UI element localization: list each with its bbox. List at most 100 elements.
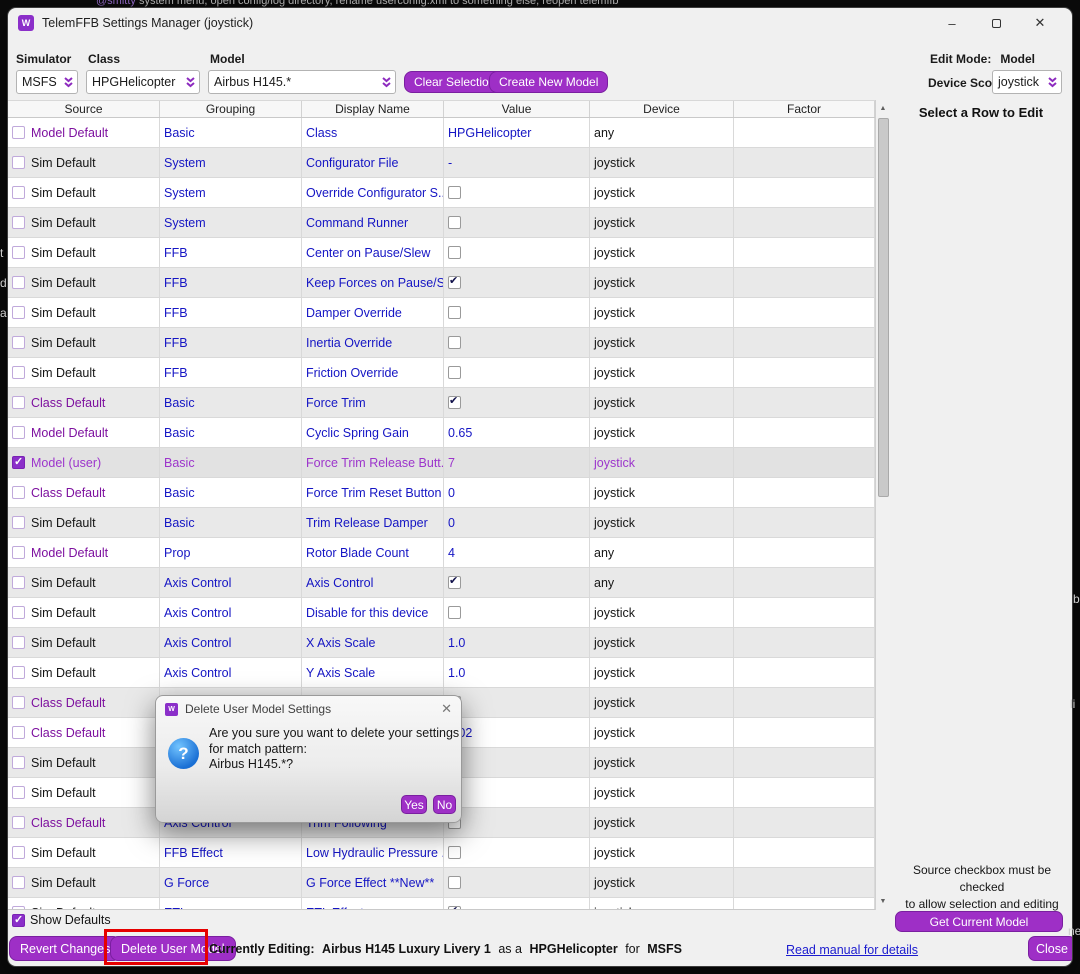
table-cell (734, 808, 875, 837)
table-row[interactable]: Sim Default FFB Inertia Override joystick (8, 328, 875, 358)
model-select[interactable]: Airbus H145.* (208, 70, 396, 94)
value-checkbox[interactable] (448, 574, 461, 589)
maximize-button[interactable] (974, 9, 1018, 37)
table-cell: Sim Default (8, 238, 160, 267)
source-checkbox[interactable] (12, 726, 25, 739)
source-checkbox[interactable] (12, 876, 25, 889)
column-header[interactable]: Factor (734, 101, 875, 117)
get-current-model-button[interactable]: Get Current Model (895, 911, 1063, 932)
source-checkbox[interactable] (12, 276, 25, 289)
table-cell: Model Default (8, 538, 160, 567)
source-checkbox[interactable] (12, 546, 25, 559)
table-row[interactable]: Sim Default FFB Damper Override joystick (8, 298, 875, 328)
no-button[interactable]: No (433, 795, 456, 814)
table-cell: Basic (160, 418, 302, 447)
table-scrollbar[interactable]: ▲ ▼ (875, 100, 890, 910)
source-checkbox[interactable] (12, 156, 25, 169)
table-cell: 0 (444, 508, 590, 537)
column-header[interactable]: Display Name (302, 101, 444, 117)
table-row[interactable]: Class Default BasicForce Trim joystick (8, 388, 875, 418)
source-checkbox[interactable] (12, 906, 25, 909)
source-checkbox[interactable] (12, 455, 25, 469)
value-checkbox[interactable] (448, 846, 461, 859)
column-header[interactable]: Device (590, 101, 734, 117)
value-checkbox[interactable] (448, 876, 461, 889)
source-checkbox[interactable] (12, 606, 25, 619)
value-checkbox[interactable] (448, 904, 461, 909)
source-checkbox[interactable] (12, 336, 25, 349)
table-row[interactable]: Model Default Basic Class HPGHelicopter any (8, 118, 875, 148)
chevron-down-icon (64, 77, 73, 88)
source-checkbox[interactable] (12, 816, 25, 829)
column-header[interactable]: Source (8, 101, 160, 117)
value-checkbox[interactable] (448, 306, 461, 319)
class-select[interactable]: HPGHelicopter (86, 70, 200, 94)
table-row[interactable]: Sim Default System Configurator File - joyst… (8, 148, 875, 178)
source-checkbox[interactable] (12, 186, 25, 199)
value-checkbox[interactable] (448, 216, 461, 229)
value-checkbox[interactable] (448, 246, 461, 259)
source-checkbox[interactable] (12, 636, 25, 649)
show-defaults-checkbox[interactable]: Show Defaults (12, 913, 111, 927)
table-row[interactable]: Sim Default Axis Control Y Axis Scale 1.0 jo… (8, 658, 875, 688)
table-cell: joystick (590, 448, 734, 477)
table-row[interactable]: Model (user) BasicForce Trim Release Butt… (8, 448, 875, 478)
table-row[interactable]: Sim Default System Override Configurator S… (8, 178, 875, 208)
source-checkbox[interactable] (12, 216, 25, 229)
value-checkbox[interactable] (448, 186, 461, 199)
titlebar[interactable]: W TelemFFB Settings Manager (joystick) –… (8, 8, 1072, 38)
table-row[interactable]: Sim Default Axis ControlAxis Control any (8, 568, 875, 598)
value-checkbox[interactable] (448, 394, 461, 409)
create-new-model-button[interactable]: Create New Model (489, 71, 609, 93)
table-row[interactable]: Sim Default G Force G Force Effect **New**… (8, 868, 875, 898)
table-row[interactable]: Sim Default Axis Control X Axis Scale 1.0 jo… (8, 628, 875, 658)
dialog-close-icon[interactable]: ✕ (441, 701, 452, 717)
source-checkbox[interactable] (12, 846, 25, 859)
table-row[interactable]: Sim Default FFBKeep Forces on Pause/S... j… (8, 268, 875, 298)
source-checkbox[interactable] (12, 306, 25, 319)
table-row[interactable]: Sim Default Basic Trim Release Damper 0 joys… (8, 508, 875, 538)
value-checkbox[interactable] (448, 366, 461, 379)
table-row[interactable]: Model Default Prop Rotor Blade Count 4 any (8, 538, 875, 568)
table-row[interactable]: Sim Default FFB Center on Pause/Slew joysti… (8, 238, 875, 268)
table-row[interactable]: Sim Default FFB Friction Override joystick (8, 358, 875, 388)
close-button[interactable]: Close (1028, 936, 1072, 961)
source-checkbox[interactable] (12, 756, 25, 769)
source-checkbox[interactable] (12, 786, 25, 799)
scroll-down-icon[interactable]: ▼ (876, 893, 890, 910)
table-row[interactable]: Model Default Basic Cyclic Spring Gain 0.65… (8, 418, 875, 448)
source-checkbox[interactable] (12, 666, 25, 679)
table-row[interactable]: Sim Default Axis Control Disable for this … (8, 598, 875, 628)
simulator-select[interactable]: MSFS (16, 70, 78, 94)
minimize-button[interactable]: – (930, 9, 974, 37)
value-checkbox[interactable] (448, 274, 461, 289)
revert-changes-button[interactable]: Revert Changes (9, 936, 122, 961)
table-cell (734, 598, 875, 627)
table-row[interactable]: Sim Default ETLETL Effect joystick (8, 898, 875, 909)
scrollbar-thumb[interactable] (878, 118, 889, 497)
source-checkbox[interactable] (12, 126, 25, 139)
table-row[interactable]: Sim Default FFB Effect Low Hydraulic Press… (8, 838, 875, 868)
source-checkbox[interactable] (12, 366, 25, 379)
value-checkbox[interactable] (448, 606, 461, 619)
source-label: Class Default (31, 695, 106, 710)
scroll-up-icon[interactable]: ▲ (876, 100, 890, 117)
read-manual-link[interactable]: Read manual for details (786, 943, 918, 957)
table-row[interactable]: Sim Default System Command Runner joystick (8, 208, 875, 238)
source-checkbox[interactable] (12, 246, 25, 259)
close-window-button[interactable]: ✕ (1018, 9, 1062, 37)
value-checkbox[interactable] (448, 336, 461, 349)
column-header[interactable]: Value (444, 101, 590, 117)
source-checkbox[interactable] (12, 486, 25, 499)
source-checkbox[interactable] (12, 396, 25, 409)
source-checkbox[interactable] (12, 426, 25, 439)
source-checkbox[interactable] (12, 696, 25, 709)
source-checkbox[interactable] (12, 516, 25, 529)
yes-button[interactable]: Yes (401, 795, 427, 814)
column-header[interactable]: Grouping (160, 101, 302, 117)
dialog-titlebar[interactable]: W Delete User Model Settings ✕ (156, 696, 461, 722)
device-scope-select[interactable]: joystick (992, 70, 1062, 94)
table-cell: Y Axis Scale (302, 658, 444, 687)
table-row[interactable]: Class Default Basic Force Trim Reset Butto… (8, 478, 875, 508)
source-checkbox[interactable] (12, 576, 25, 589)
